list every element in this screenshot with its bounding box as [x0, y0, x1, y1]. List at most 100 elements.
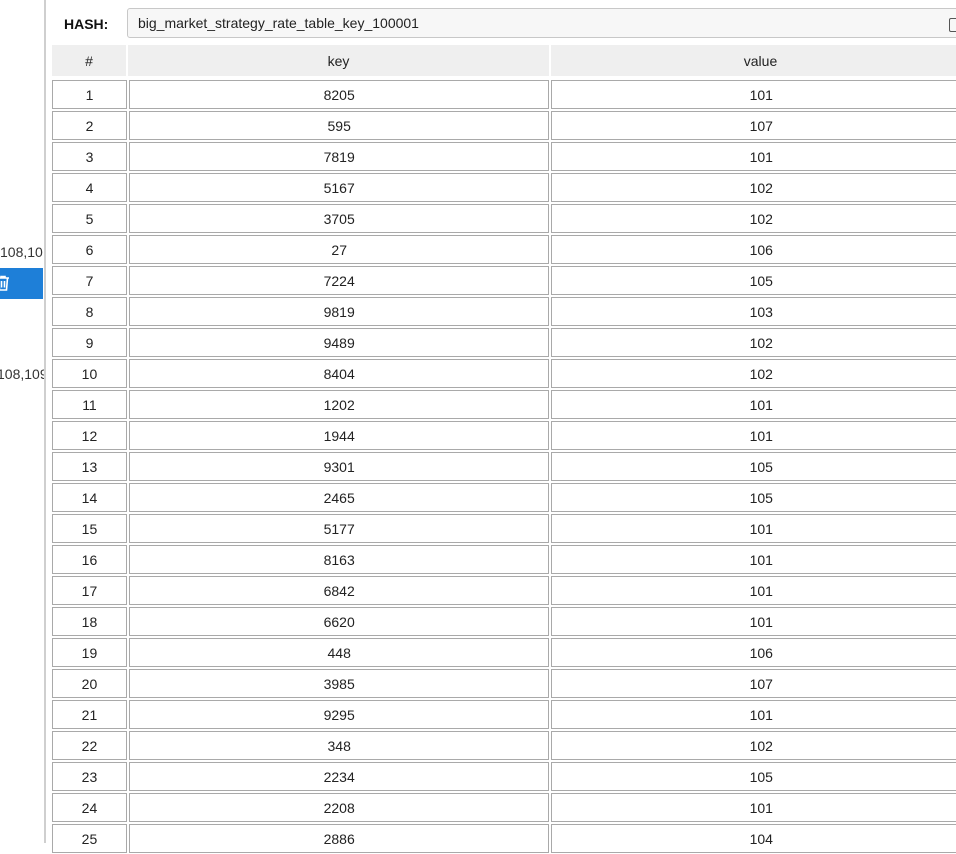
table-row[interactable]: 16 8163 101: [52, 544, 956, 575]
key-cell[interactable]: 2465: [128, 483, 550, 512]
value-cell[interactable]: 105: [551, 452, 956, 481]
row-index-cell[interactable]: 7: [52, 266, 127, 295]
key-cell[interactable]: 6842: [128, 576, 550, 605]
selected-list-item[interactable]: [0, 268, 43, 299]
row-index-cell[interactable]: 5: [52, 204, 127, 233]
value-cell[interactable]: 102: [551, 204, 956, 233]
value-cell[interactable]: 103: [551, 297, 956, 326]
value-cell[interactable]: 101: [551, 793, 956, 822]
list-item-value[interactable]: 108,10: [0, 244, 43, 260]
row-index-cell[interactable]: 16: [52, 545, 127, 574]
table-row[interactable]: 22 348 102: [52, 730, 956, 761]
row-index-cell[interactable]: 6: [52, 235, 127, 264]
key-cell[interactable]: 7224: [128, 266, 550, 295]
table-row[interactable]: 8 9819 103: [52, 296, 956, 327]
table-row[interactable]: 12 1944 101: [52, 420, 956, 451]
key-cell[interactable]: 1944: [128, 421, 550, 450]
key-cell[interactable]: 8205: [128, 80, 550, 109]
row-index-cell[interactable]: 1: [52, 80, 127, 109]
key-cell[interactable]: 8404: [128, 359, 550, 388]
table-row[interactable]: 20 3985 107: [52, 668, 956, 699]
table-row[interactable]: 3 7819 101: [52, 141, 956, 172]
value-cell[interactable]: 101: [551, 421, 956, 450]
column-header-index[interactable]: #: [52, 45, 128, 76]
trash-icon[interactable]: [0, 274, 12, 292]
value-cell[interactable]: 101: [551, 545, 956, 574]
value-cell[interactable]: 107: [551, 111, 956, 140]
value-cell[interactable]: 105: [551, 762, 956, 791]
table-row[interactable]: 6 27 106: [52, 234, 956, 265]
table-row[interactable]: 14 2465 105: [52, 482, 956, 513]
table-row[interactable]: 13 9301 105: [52, 451, 956, 482]
row-index-cell[interactable]: 4: [52, 173, 127, 202]
key-cell[interactable]: 5177: [128, 514, 550, 543]
column-header-key[interactable]: key: [128, 45, 551, 76]
table-row[interactable]: 11 1202 101: [52, 389, 956, 420]
table-row[interactable]: 25 2886 104: [52, 823, 956, 854]
value-cell[interactable]: 106: [551, 235, 956, 264]
value-cell[interactable]: 101: [551, 576, 956, 605]
table-row[interactable]: 2 595 107: [52, 110, 956, 141]
value-cell[interactable]: 101: [551, 390, 956, 419]
column-header-value[interactable]: value: [551, 45, 956, 76]
row-index-cell[interactable]: 2: [52, 111, 127, 140]
value-cell[interactable]: 101: [551, 514, 956, 543]
table-row[interactable]: 18 6620 101: [52, 606, 956, 637]
hash-key-field[interactable]: big_market_strategy_rate_table_key_10000…: [127, 8, 956, 38]
row-index-cell[interactable]: 24: [52, 793, 127, 822]
row-index-cell[interactable]: 13: [52, 452, 127, 481]
row-index-cell[interactable]: 17: [52, 576, 127, 605]
value-cell[interactable]: 101: [551, 142, 956, 171]
key-cell[interactable]: 9301: [128, 452, 550, 481]
row-index-cell[interactable]: 3: [52, 142, 127, 171]
key-cell[interactable]: 27: [128, 235, 550, 264]
key-cell[interactable]: 1202: [128, 390, 550, 419]
value-cell[interactable]: 102: [551, 328, 956, 357]
value-cell[interactable]: 105: [551, 483, 956, 512]
key-cell[interactable]: 448: [128, 638, 550, 667]
value-cell[interactable]: 101: [551, 700, 956, 729]
value-cell[interactable]: 102: [551, 359, 956, 388]
key-cell[interactable]: 5167: [128, 173, 550, 202]
key-cell[interactable]: 7819: [128, 142, 550, 171]
row-index-cell[interactable]: 15: [52, 514, 127, 543]
key-cell[interactable]: 3985: [128, 669, 550, 698]
value-cell[interactable]: 106: [551, 638, 956, 667]
value-cell[interactable]: 101: [551, 80, 956, 109]
key-cell[interactable]: 2234: [128, 762, 550, 791]
table-row[interactable]: 4 5167 102: [52, 172, 956, 203]
row-index-cell[interactable]: 12: [52, 421, 127, 450]
key-cell[interactable]: 9819: [128, 297, 550, 326]
key-cell[interactable]: 8163: [128, 545, 550, 574]
row-index-cell[interactable]: 18: [52, 607, 127, 636]
table-row[interactable]: 5 3705 102: [52, 203, 956, 234]
key-cell[interactable]: 6620: [128, 607, 550, 636]
table-row[interactable]: 23 2234 105: [52, 761, 956, 792]
table-row[interactable]: 1 8205 101: [52, 79, 956, 110]
table-row[interactable]: 21 9295 101: [52, 699, 956, 730]
table-row[interactable]: 24 2208 101: [52, 792, 956, 823]
row-index-cell[interactable]: 11: [52, 390, 127, 419]
key-cell[interactable]: 595: [128, 111, 550, 140]
copy-icon[interactable]: [949, 18, 956, 32]
key-cell[interactable]: 2208: [128, 793, 550, 822]
key-cell[interactable]: 2886: [128, 824, 550, 853]
row-index-cell[interactable]: 20: [52, 669, 127, 698]
row-index-cell[interactable]: 22: [52, 731, 127, 760]
table-row[interactable]: 9 9489 102: [52, 327, 956, 358]
panel-divider[interactable]: [44, 0, 46, 843]
value-cell[interactable]: 104: [551, 824, 956, 853]
row-index-cell[interactable]: 25: [52, 824, 127, 853]
table-row[interactable]: 19 448 106: [52, 637, 956, 668]
row-index-cell[interactable]: 21: [52, 700, 127, 729]
table-row[interactable]: 15 5177 101: [52, 513, 956, 544]
row-index-cell[interactable]: 19: [52, 638, 127, 667]
table-row[interactable]: 10 8404 102: [52, 358, 956, 389]
row-index-cell[interactable]: 23: [52, 762, 127, 791]
row-index-cell[interactable]: 8: [52, 297, 127, 326]
table-row[interactable]: 17 6842 101: [52, 575, 956, 606]
value-cell[interactable]: 105: [551, 266, 956, 295]
list-item-value[interactable]: 108,109: [0, 366, 44, 382]
value-cell[interactable]: 102: [551, 173, 956, 202]
value-cell[interactable]: 102: [551, 731, 956, 760]
